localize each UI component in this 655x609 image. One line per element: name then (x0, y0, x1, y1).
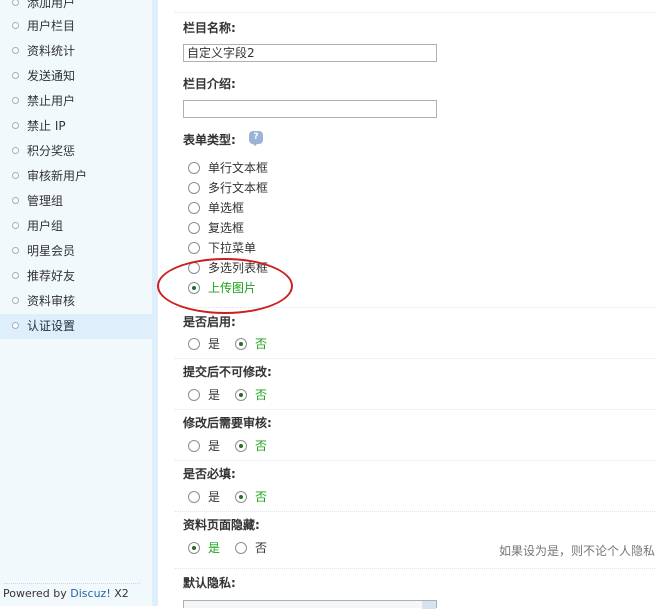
radio-icon (235, 389, 247, 401)
radio-icon (188, 491, 200, 503)
radio-icon (188, 202, 200, 214)
sidebar-item-user-groups[interactable]: 用户组 (0, 214, 152, 239)
radio-icon (188, 440, 200, 452)
field-intro-input[interactable] (183, 100, 437, 118)
sidebar-item-label: 用户栏目 (27, 19, 76, 33)
field-name-label: 栏目名称: (183, 21, 236, 35)
sidebar-item-review-users[interactable]: 审核新用户 (0, 164, 152, 189)
privacy-select[interactable] (183, 600, 437, 609)
sidebar-item-label: 推荐好友 (27, 269, 76, 283)
sidebar-item-admin-groups[interactable]: 管理组 (0, 189, 152, 214)
radio-icon (188, 389, 200, 401)
bullet-icon (12, 197, 19, 204)
privacy-label: 默认隐私: (183, 576, 236, 590)
sidebar-divider (4, 583, 140, 584)
hidden-label: 资料页面隐藏: (183, 518, 260, 532)
radio-icon (235, 440, 247, 452)
bullet-icon (12, 322, 19, 329)
required-label: 是否必填: (183, 467, 236, 481)
radio-label: 是 (208, 490, 221, 504)
radio-icon (188, 338, 200, 350)
review-label: 修改后需要审核: (183, 416, 272, 430)
sidebar-item-label: 发送通知 (27, 69, 76, 83)
sidebar-item-send-notice[interactable]: 发送通知 (0, 64, 152, 89)
field-intro-label: 栏目介绍: (183, 77, 236, 91)
sidebar-item-ban-user[interactable]: 禁止用户 (0, 89, 152, 114)
sidebar-item-label: 禁止用户 (27, 94, 76, 108)
sidebar-item-label: 积分奖惩 (27, 144, 76, 158)
powered-version: X2 (110, 587, 129, 600)
highlight-annotation (157, 258, 293, 314)
radio-label: 否 (255, 388, 268, 402)
radio-icon (235, 542, 247, 554)
powered-prefix: Powered by (3, 587, 71, 600)
bullet-icon (12, 247, 19, 254)
sidebar-item-label: 管理组 (27, 194, 64, 208)
sidebar-item-label: 资料统计 (27, 44, 76, 58)
radio-icon (188, 242, 200, 254)
sidebar-item-label: 资料审核 (27, 294, 76, 308)
bullet-icon (12, 22, 19, 29)
radio-icon (188, 182, 200, 194)
readonly-label: 提交后不可修改: (183, 365, 272, 379)
sidebar-item-label: 用户组 (27, 219, 64, 233)
powered-by: Powered by Discuz! X2 (3, 587, 129, 600)
radio-icon (235, 338, 247, 350)
discuz-link[interactable]: Discuz! (70, 587, 110, 600)
radio-label: 否 (255, 337, 268, 351)
sidebar-item-user-fields[interactable]: 用户栏目 (0, 14, 152, 39)
sidebar-item-label: 禁止 IP (27, 119, 66, 133)
field-name-input[interactable]: 自定义字段2 (183, 44, 437, 62)
radio-label: 是 (208, 439, 221, 453)
bullet-icon (12, 72, 19, 79)
form-type-label: 表单类型: (183, 133, 236, 147)
bullet-icon (12, 0, 19, 6)
radio-icon (188, 542, 200, 554)
bullet-icon (12, 122, 19, 129)
hidden-hint-text: 如果设为是，则不论个人隐私 (499, 544, 655, 558)
bullet-icon (12, 147, 19, 154)
bullet-icon (12, 222, 19, 229)
radio-label: 单选框 (208, 201, 245, 215)
sidebar-item-profile-review[interactable]: 资料审核 (0, 289, 152, 314)
sidebar-item-label: 认证设置 (27, 319, 76, 333)
chevron-down-icon (422, 601, 436, 609)
bullet-icon (12, 47, 19, 54)
sidebar-item-star-members[interactable]: 明星会员 (0, 239, 152, 264)
sidebar-item-profile-stats[interactable]: 资料统计 (0, 39, 152, 64)
help-icon[interactable]: ? (249, 131, 263, 146)
radio-label: 是 (208, 541, 221, 555)
row-divider (175, 511, 655, 512)
sidebar-item-verification-settings[interactable]: 认证设置 (0, 314, 152, 339)
row-divider (175, 460, 655, 461)
row-divider (175, 12, 655, 13)
radio-label: 是 (208, 337, 221, 351)
bullet-icon (12, 272, 19, 279)
radio-icon (235, 491, 247, 503)
radio-label: 是 (208, 388, 221, 402)
row-divider (175, 409, 655, 410)
sidebar-item-credits[interactable]: 积分奖惩 (0, 139, 152, 164)
radio-icon (188, 222, 200, 234)
row-divider (175, 568, 655, 569)
radio-label: 否 (255, 490, 268, 504)
radio-label: 否 (255, 439, 268, 453)
enabled-label: 是否启用: (183, 315, 236, 329)
bullet-icon (12, 297, 19, 304)
sidebar-item-label: 审核新用户 (27, 169, 88, 183)
sidebar-item-invite-friends[interactable]: 推荐好友 (0, 264, 152, 289)
radio-icon (188, 162, 200, 174)
bullet-icon (12, 172, 19, 179)
radio-label: 下拉菜单 (208, 241, 257, 255)
sidebar-border (152, 0, 158, 606)
radio-label: 复选框 (208, 221, 245, 235)
radio-label: 否 (255, 541, 268, 555)
sidebar: 添加用户 用户栏目 资料统计 发送通知 禁止用户 禁止 IP 积分奖惩 审核新用… (0, 0, 152, 606)
row-divider (175, 358, 655, 359)
sidebar-item-label: 明星会员 (27, 244, 76, 258)
sidebar-item-ban-ip[interactable]: 禁止 IP (0, 114, 152, 139)
radio-label: 单行文本框 (208, 161, 269, 175)
bullet-icon (12, 97, 19, 104)
radio-label: 多行文本框 (208, 181, 269, 195)
